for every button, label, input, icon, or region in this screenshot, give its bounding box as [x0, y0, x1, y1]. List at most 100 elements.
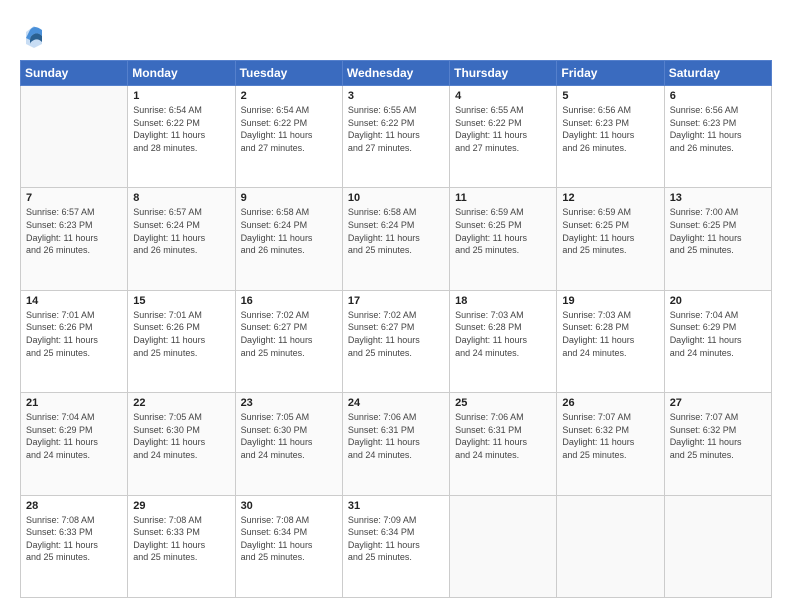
day-number: 1 — [133, 90, 229, 102]
calendar-cell: 6 Sunrise: 6:56 AM Sunset: 6:23 PM Daylig… — [664, 86, 771, 188]
calendar-cell: 17Sunrise: 7:02 AM Sunset: 6:27 PM Dayli… — [342, 290, 449, 392]
calendar-week-row: 21 Sunrise: 7:04 AM Sunset: 6:29 PM Dayli… — [21, 393, 772, 495]
day-info: Sunrise: 7:07 AM Sunset: 6:32 PM Dayligh… — [670, 411, 766, 461]
day-number: 15 — [133, 295, 229, 307]
day-number: 12 — [562, 192, 658, 204]
day-number: 31 — [348, 500, 444, 512]
calendar-cell — [450, 495, 557, 597]
page: SundayMondayTuesdayWednesdayThursdayFrid… — [0, 0, 792, 612]
day-number: 30 — [241, 500, 337, 512]
header — [20, 18, 772, 50]
day-number: 28 — [26, 500, 122, 512]
day-info: Sunrise: 6:56 AM Sunset: 6:23 PM Dayligh… — [670, 104, 766, 154]
day-info: Sunrise: 6:54 AM Sunset: 6:22 PM Dayligh… — [133, 104, 229, 154]
day-number: 8 — [133, 192, 229, 204]
day-number: 29 — [133, 500, 229, 512]
calendar-cell: 22 Sunrise: 7:05 AM Sunset: 6:30 PM Dayli… — [128, 393, 235, 495]
day-info: Sunrise: 6:59 AM Sunset: 6:25 PM Dayligh… — [455, 206, 551, 256]
calendar-week-row: 7 Sunrise: 6:57 AM Sunset: 6:23 PM Daylig… — [21, 188, 772, 290]
day-info: Sunrise: 7:02 AM Sunset: 6:27 PM Dayligh… — [348, 309, 444, 359]
calendar-cell: 31 Sunrise: 7:09 AM Sunset: 6:34 PM Dayli… — [342, 495, 449, 597]
day-info: Sunrise: 7:00 AM Sunset: 6:25 PM Dayligh… — [670, 206, 766, 256]
day-number: 11 — [455, 192, 551, 204]
calendar-cell: 2 Sunrise: 6:54 AM Sunset: 6:22 PM Daylig… — [235, 86, 342, 188]
day-number: 20 — [670, 295, 766, 307]
day-info: Sunrise: 7:01 AM Sunset: 6:26 PM Dayligh… — [133, 309, 229, 359]
calendar-cell: 21 Sunrise: 7:04 AM Sunset: 6:29 PM Dayli… — [21, 393, 128, 495]
calendar-cell — [664, 495, 771, 597]
calendar-day-header: Tuesday — [235, 61, 342, 86]
day-number: 7 — [26, 192, 122, 204]
calendar-cell: 27 Sunrise: 7:07 AM Sunset: 6:32 PM Dayli… — [664, 393, 771, 495]
calendar-cell: 29 Sunrise: 7:08 AM Sunset: 6:33 PM Dayli… — [128, 495, 235, 597]
day-info: Sunrise: 7:07 AM Sunset: 6:32 PM Dayligh… — [562, 411, 658, 461]
day-number: 14 — [26, 295, 122, 307]
day-number: 27 — [670, 397, 766, 409]
calendar-cell: 7 Sunrise: 6:57 AM Sunset: 6:23 PM Daylig… — [21, 188, 128, 290]
day-number: 22 — [133, 397, 229, 409]
calendar-cell: 24Sunrise: 7:06 AM Sunset: 6:31 PM Dayli… — [342, 393, 449, 495]
calendar-cell: 13 Sunrise: 7:00 AM Sunset: 6:25 PM Dayli… — [664, 188, 771, 290]
calendar-cell: 15 Sunrise: 7:01 AM Sunset: 6:26 PM Dayli… — [128, 290, 235, 392]
day-number: 23 — [241, 397, 337, 409]
calendar-cell — [21, 86, 128, 188]
day-number: 6 — [670, 90, 766, 102]
calendar-cell: 23Sunrise: 7:05 AM Sunset: 6:30 PM Dayli… — [235, 393, 342, 495]
calendar-day-header: Wednesday — [342, 61, 449, 86]
calendar-cell: 11 Sunrise: 6:59 AM Sunset: 6:25 PM Dayli… — [450, 188, 557, 290]
calendar-day-header: Friday — [557, 61, 664, 86]
day-info: Sunrise: 7:03 AM Sunset: 6:28 PM Dayligh… — [562, 309, 658, 359]
day-info: Sunrise: 6:54 AM Sunset: 6:22 PM Dayligh… — [241, 104, 337, 154]
day-number: 3 — [348, 90, 444, 102]
day-number: 19 — [562, 295, 658, 307]
calendar-cell: 3 Sunrise: 6:55 AM Sunset: 6:22 PM Daylig… — [342, 86, 449, 188]
calendar-day-header: Thursday — [450, 61, 557, 86]
calendar-cell: 4Sunrise: 6:55 AM Sunset: 6:22 PM Daylig… — [450, 86, 557, 188]
logo-icon — [20, 22, 48, 50]
day-info: Sunrise: 7:08 AM Sunset: 6:34 PM Dayligh… — [241, 514, 337, 564]
day-info: Sunrise: 7:02 AM Sunset: 6:27 PM Dayligh… — [241, 309, 337, 359]
day-number: 5 — [562, 90, 658, 102]
day-number: 2 — [241, 90, 337, 102]
day-number: 16 — [241, 295, 337, 307]
calendar-cell — [557, 495, 664, 597]
calendar-cell: 16 Sunrise: 7:02 AM Sunset: 6:27 PM Dayli… — [235, 290, 342, 392]
day-number: 13 — [670, 192, 766, 204]
day-info: Sunrise: 7:05 AM Sunset: 6:30 PM Dayligh… — [133, 411, 229, 461]
calendar-cell: 30 Sunrise: 7:08 AM Sunset: 6:34 PM Dayli… — [235, 495, 342, 597]
calendar-cell: 20Sunrise: 7:04 AM Sunset: 6:29 PM Dayli… — [664, 290, 771, 392]
calendar-cell: 14Sunrise: 7:01 AM Sunset: 6:26 PM Dayli… — [21, 290, 128, 392]
calendar-day-header: Monday — [128, 61, 235, 86]
day-number: 10 — [348, 192, 444, 204]
calendar-cell: 5 Sunrise: 6:56 AM Sunset: 6:23 PM Daylig… — [557, 86, 664, 188]
calendar-cell: 28 Sunrise: 7:08 AM Sunset: 6:33 PM Dayli… — [21, 495, 128, 597]
day-info: Sunrise: 6:57 AM Sunset: 6:24 PM Dayligh… — [133, 206, 229, 256]
day-info: Sunrise: 7:08 AM Sunset: 6:33 PM Dayligh… — [133, 514, 229, 564]
calendar-cell: 18Sunrise: 7:03 AM Sunset: 6:28 PM Dayli… — [450, 290, 557, 392]
day-info: Sunrise: 6:57 AM Sunset: 6:23 PM Dayligh… — [26, 206, 122, 256]
calendar-table: SundayMondayTuesdayWednesdayThursdayFrid… — [20, 60, 772, 598]
day-number: 25 — [455, 397, 551, 409]
calendar-cell: 1 Sunrise: 6:54 AM Sunset: 6:22 PM Daylig… — [128, 86, 235, 188]
calendar-cell: 19 Sunrise: 7:03 AM Sunset: 6:28 PM Dayli… — [557, 290, 664, 392]
day-number: 4 — [455, 90, 551, 102]
calendar-week-row: 28 Sunrise: 7:08 AM Sunset: 6:33 PM Dayli… — [21, 495, 772, 597]
logo — [20, 22, 52, 50]
calendar-day-header: Saturday — [664, 61, 771, 86]
day-number: 21 — [26, 397, 122, 409]
day-info: Sunrise: 6:56 AM Sunset: 6:23 PM Dayligh… — [562, 104, 658, 154]
day-info: Sunrise: 7:06 AM Sunset: 6:31 PM Dayligh… — [348, 411, 444, 461]
calendar-cell: 26 Sunrise: 7:07 AM Sunset: 6:32 PM Dayli… — [557, 393, 664, 495]
day-info: Sunrise: 7:08 AM Sunset: 6:33 PM Dayligh… — [26, 514, 122, 564]
calendar-day-header: Sunday — [21, 61, 128, 86]
day-info: Sunrise: 6:59 AM Sunset: 6:25 PM Dayligh… — [562, 206, 658, 256]
day-number: 26 — [562, 397, 658, 409]
day-number: 9 — [241, 192, 337, 204]
calendar-cell: 9Sunrise: 6:58 AM Sunset: 6:24 PM Daylig… — [235, 188, 342, 290]
calendar-header-row: SundayMondayTuesdayWednesdayThursdayFrid… — [21, 61, 772, 86]
day-info: Sunrise: 7:04 AM Sunset: 6:29 PM Dayligh… — [26, 411, 122, 461]
calendar-cell: 12 Sunrise: 6:59 AM Sunset: 6:25 PM Dayli… — [557, 188, 664, 290]
day-info: Sunrise: 6:55 AM Sunset: 6:22 PM Dayligh… — [348, 104, 444, 154]
day-info: Sunrise: 7:03 AM Sunset: 6:28 PM Dayligh… — [455, 309, 551, 359]
day-info: Sunrise: 7:09 AM Sunset: 6:34 PM Dayligh… — [348, 514, 444, 564]
